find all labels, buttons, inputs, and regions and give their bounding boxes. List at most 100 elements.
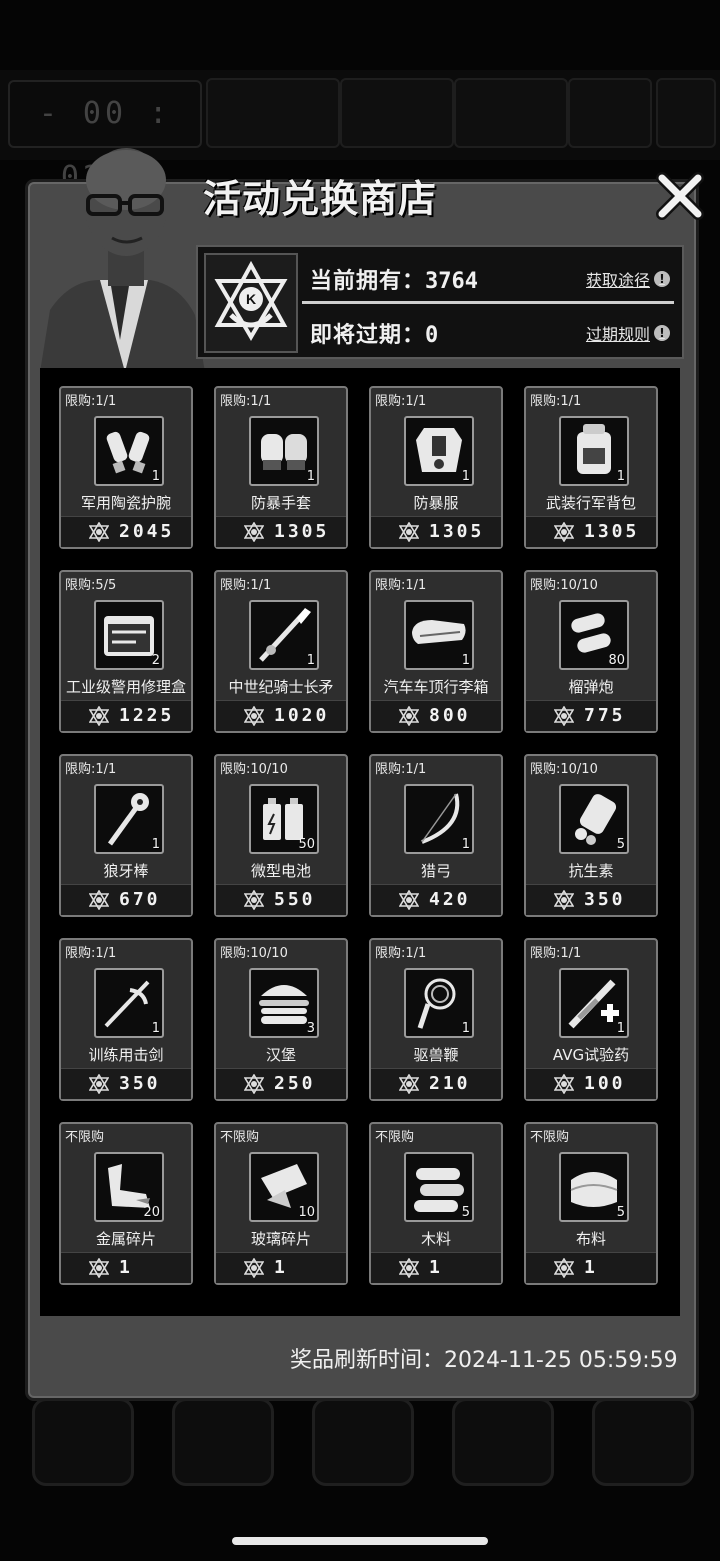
item-name: 汽车车顶行李箱 bbox=[383, 678, 489, 696]
item-price: 100 bbox=[584, 1073, 626, 1094]
skills-nav-icon bbox=[172, 1398, 274, 1486]
item-price: 1305 bbox=[274, 521, 330, 542]
event-currency-icon bbox=[399, 706, 419, 726]
item-quantity: 1 bbox=[151, 469, 160, 484]
item-price: 1 bbox=[429, 1257, 443, 1278]
event-currency-icon bbox=[244, 1074, 264, 1094]
current-owned: 当前拥有：3764 bbox=[310, 263, 478, 295]
purchase-limit: 不限购 bbox=[220, 1130, 260, 1145]
refresh-time: 奖品刷新时间：2024-11-25 05:59:59 bbox=[290, 1342, 678, 1374]
price-bar: 1 bbox=[371, 1252, 501, 1283]
shop-item-card[interactable]: 限购:1/1 1 中世纪骑士长矛 1020 bbox=[214, 570, 348, 733]
refresh-label: 奖品刷新时间： bbox=[290, 1348, 445, 1373]
shop-item-card[interactable]: 限购:1/1 1 防暴服 1305 bbox=[369, 386, 503, 549]
item-name: 木料 bbox=[420, 1230, 451, 1248]
shop-item-card[interactable]: 限购:1/1 1 AVG试验药 100 bbox=[524, 938, 658, 1101]
item-quantity: 1 bbox=[616, 1021, 625, 1036]
item-name: 防暴手套 bbox=[250, 494, 311, 512]
shop-item-card[interactable]: 限购:5/5 2 工业级警用修理盒 1225 bbox=[59, 570, 193, 733]
item-quantity: 20 bbox=[143, 1205, 160, 1220]
divider bbox=[302, 301, 674, 304]
price-bar: 670 bbox=[61, 884, 191, 915]
item-price: 420 bbox=[429, 889, 471, 910]
get-method-link[interactable]: 获取途径! bbox=[586, 267, 670, 291]
shop-item-card[interactable]: 限购:1/1 1 汽车车顶行李箱 800 bbox=[369, 570, 503, 733]
shop-item-card[interactable]: 不限购 10 玻璃碎片 1 bbox=[214, 1122, 348, 1285]
price-bar: 1305 bbox=[526, 516, 656, 547]
shop-item-card[interactable]: 不限购 5 木料 1 bbox=[369, 1122, 503, 1285]
tasks-nav-icon bbox=[312, 1398, 414, 1486]
purchase-limit: 限购:1/1 bbox=[65, 394, 117, 409]
price-bar: 100 bbox=[526, 1068, 656, 1099]
item-quantity: 3 bbox=[306, 1021, 315, 1036]
item-grid: 限购:1/1 1 军用陶瓷护腕 2045 限购:1/1 1 防暴手套 1305 限购:1/1 1 防… bbox=[40, 368, 680, 1316]
event-currency-icon bbox=[89, 706, 109, 726]
item-name: 军用陶瓷护腕 bbox=[80, 494, 171, 512]
price-bar: 1020 bbox=[216, 700, 346, 731]
item-quantity: 2 bbox=[151, 653, 160, 668]
item-price: 1 bbox=[119, 1257, 133, 1278]
item-name: 汉堡 bbox=[265, 1046, 296, 1064]
shop-item-card[interactable]: 限购:1/1 1 驱兽鞭 210 bbox=[369, 938, 503, 1101]
item-name: 玻璃碎片 bbox=[250, 1230, 311, 1248]
shop-item-card[interactable]: 限购:1/1 1 军用陶瓷护腕 2045 bbox=[59, 386, 193, 549]
event-currency-icon bbox=[244, 890, 264, 910]
shop-item-card[interactable]: 限购:10/10 80 榴弹炮 775 bbox=[524, 570, 658, 733]
item-name: AVG试验药 bbox=[552, 1046, 630, 1064]
purchase-limit: 限购:1/1 bbox=[375, 946, 427, 961]
menu-nav-icon bbox=[592, 1398, 694, 1486]
close-icon[interactable] bbox=[652, 168, 708, 224]
event-currency-icon bbox=[554, 1074, 574, 1094]
cloth-icon: 5 bbox=[559, 1152, 629, 1222]
item-name: 武装行军背包 bbox=[545, 494, 636, 512]
event-currency-icon bbox=[89, 890, 109, 910]
item-quantity: 1 bbox=[151, 1021, 160, 1036]
purchase-limit: 限购:1/1 bbox=[375, 394, 427, 409]
purchase-limit: 限购:1/1 bbox=[530, 946, 582, 961]
item-name: 工业级警用修理盒 bbox=[65, 678, 186, 696]
item-price: 1305 bbox=[429, 521, 485, 542]
event-currency-icon bbox=[554, 1258, 574, 1278]
purchase-limit: 限购:10/10 bbox=[530, 762, 598, 777]
bottom-nav bbox=[0, 1390, 720, 1490]
current-owned-label: 当前拥有： bbox=[310, 269, 426, 294]
shop-item-card[interactable]: 限购:10/10 50 微型电池 550 bbox=[214, 754, 348, 917]
price-bar: 250 bbox=[216, 1068, 346, 1099]
svg-text:K: K bbox=[246, 291, 256, 307]
item-quantity: 10 bbox=[298, 1205, 315, 1220]
purchase-limit: 限购:1/1 bbox=[220, 578, 272, 593]
event-currency-icon bbox=[244, 1258, 264, 1278]
shop-item-card[interactable]: 限购:10/10 5 抗生素 350 bbox=[524, 754, 658, 917]
shop-title: 活动兑换商店 bbox=[203, 177, 438, 221]
shop-item-card[interactable]: 限购:1/1 1 训练用击剑 350 bbox=[59, 938, 193, 1101]
shop-item-card[interactable]: 不限购 5 布料 1 bbox=[524, 1122, 658, 1285]
shop-item-card[interactable]: 限购:10/10 3 汉堡 250 bbox=[214, 938, 348, 1101]
event-currency-icon bbox=[399, 1074, 419, 1094]
shop-item-card[interactable]: 限购:1/1 1 狼牙棒 670 bbox=[59, 754, 193, 917]
event-currency-icon bbox=[399, 890, 419, 910]
item-name: 金属碎片 bbox=[95, 1230, 156, 1248]
item-name: 中世纪骑士长矛 bbox=[228, 678, 334, 696]
event-currency-icon bbox=[554, 890, 574, 910]
item-price: 550 bbox=[274, 889, 316, 910]
price-bar: 775 bbox=[526, 700, 656, 731]
expiring-label: 即将过期： bbox=[310, 323, 426, 348]
metal-scrap-icon: 20 bbox=[94, 1152, 164, 1222]
home-indicator bbox=[232, 1537, 488, 1545]
item-price: 1 bbox=[584, 1257, 598, 1278]
item-price: 350 bbox=[119, 1073, 161, 1094]
item-price: 1305 bbox=[584, 521, 640, 542]
expiry-rule-link[interactable]: 过期规则! bbox=[586, 321, 670, 345]
price-bar: 1 bbox=[526, 1252, 656, 1283]
event-currency-icon bbox=[89, 1074, 109, 1094]
battery-icon: 50 bbox=[249, 784, 319, 854]
current-owned-value: 3764 bbox=[425, 269, 478, 294]
shop-item-card[interactable]: 不限购 20 金属碎片 1 bbox=[59, 1122, 193, 1285]
shop-item-card[interactable]: 限购:1/1 1 猎弓 420 bbox=[369, 754, 503, 917]
stat-panel bbox=[656, 78, 716, 148]
purchase-limit: 不限购 bbox=[65, 1130, 105, 1145]
purchase-limit: 限购:1/1 bbox=[220, 394, 272, 409]
shop-item-card[interactable]: 限购:1/1 1 防暴手套 1305 bbox=[214, 386, 348, 549]
item-price: 350 bbox=[584, 889, 626, 910]
shop-item-card[interactable]: 限购:1/1 1 武装行军背包 1305 bbox=[524, 386, 658, 549]
